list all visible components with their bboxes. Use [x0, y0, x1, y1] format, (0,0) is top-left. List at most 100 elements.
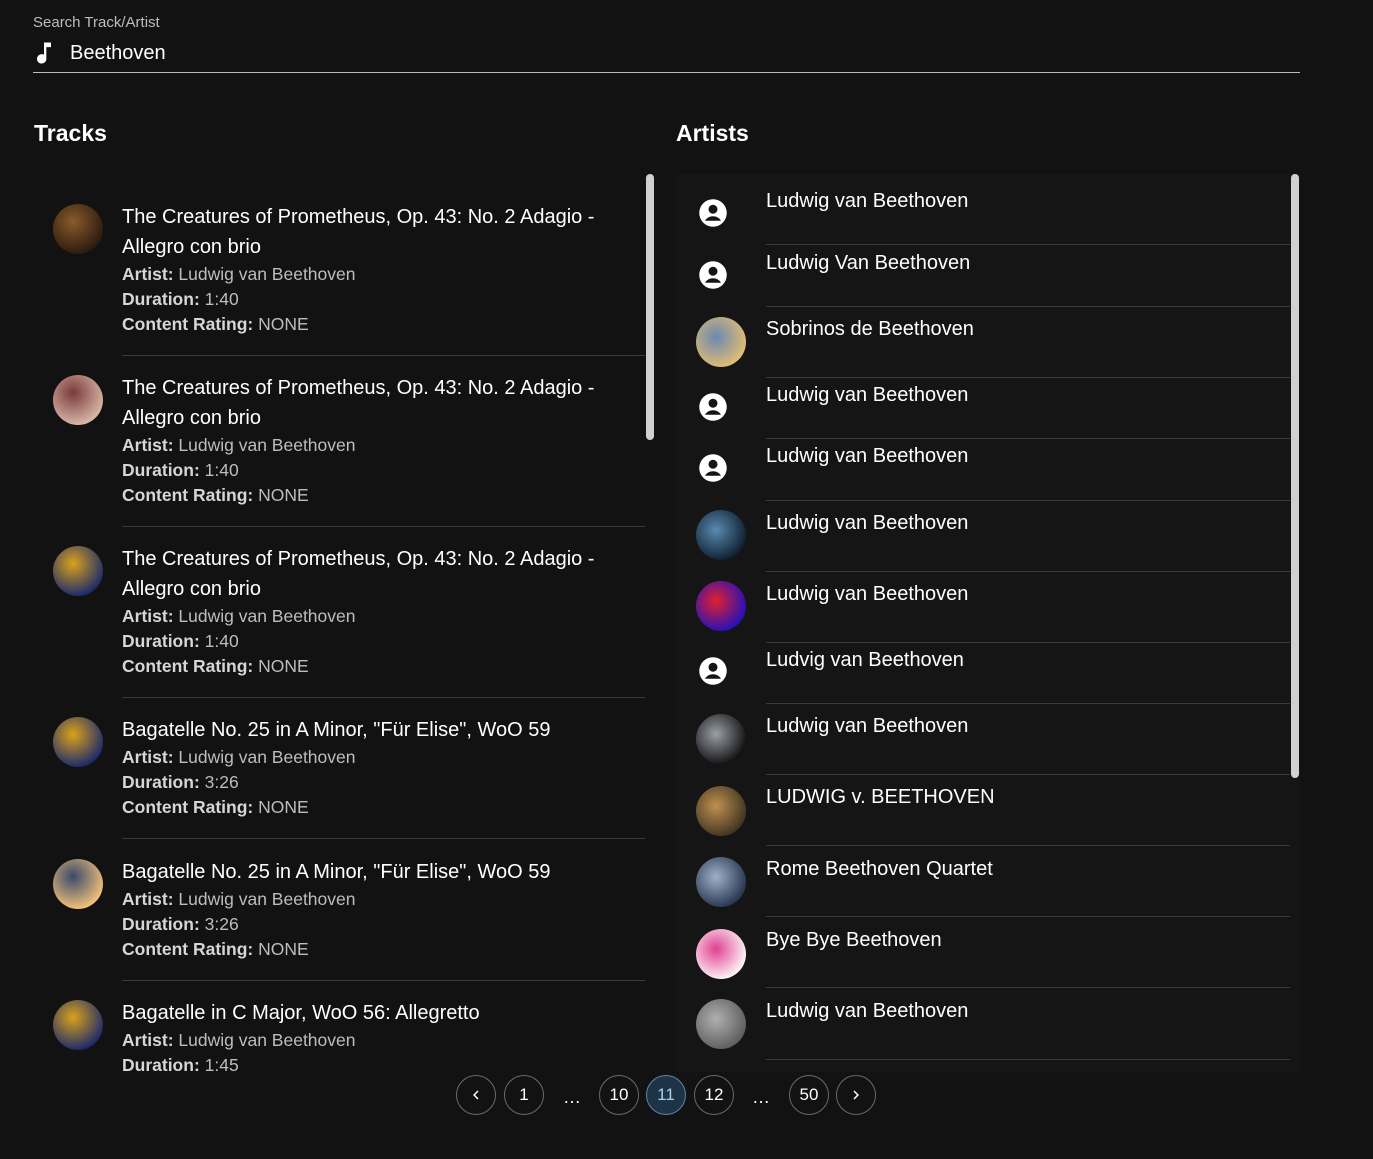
artist-divider — [766, 916, 1290, 917]
account-circle-icon — [698, 260, 728, 290]
track-cover-image — [53, 859, 103, 909]
track-artist-value: Ludwig van Beethoven — [178, 747, 356, 767]
artist-name: Ludwig Van Beethoven — [766, 252, 971, 274]
track-title: The Creatures of Prometheus, Op. 43: No.… — [122, 206, 595, 258]
track-duration-value: 1:40 — [204, 460, 239, 480]
track-content-rating-label: Content Rating: — [122, 485, 254, 505]
track-content-rating-value: NONE — [258, 797, 309, 817]
artist-avatar-image — [696, 929, 746, 979]
track-divider — [122, 980, 645, 981]
track-duration: Duration: 1:40 — [122, 458, 645, 483]
artist-avatar-image — [696, 786, 746, 836]
artist-name: Ludwig van Beethoven — [766, 190, 969, 212]
artists-list[interactable]: Ludwig van Beethoven Ludwig Van Beethoven… — [676, 174, 1300, 1072]
track-artist-label: Artist: — [122, 264, 174, 284]
track-artist: Artist: Ludwig van Beethoven — [122, 745, 645, 770]
artists-scrollbar-thumb[interactable] — [1291, 174, 1299, 778]
track-title: The Creatures of Prometheus, Op. 43: No.… — [122, 377, 595, 429]
search-input[interactable] — [70, 41, 1070, 65]
track-duration: Duration: 1:40 — [122, 629, 645, 654]
track-duration-label: Duration: — [122, 772, 200, 792]
artist-avatar-image — [696, 317, 746, 367]
artist-divider — [766, 703, 1290, 704]
track-artist-value: Ludwig van Beethoven — [178, 435, 356, 455]
account-circle-icon — [698, 656, 728, 686]
artist-name: Ludwig van Beethoven — [766, 384, 969, 406]
track-details: Bagatelle in C Major, WoO 56: Allegretto… — [122, 998, 645, 1072]
track-details: The Creatures of Prometheus, Op. 43: No.… — [122, 544, 645, 679]
artist-name: Ludwig van Beethoven — [766, 512, 969, 534]
artist-divider — [766, 244, 1290, 245]
track-divider — [122, 355, 645, 356]
search-row — [33, 40, 1070, 66]
track-cover-image — [53, 1000, 103, 1050]
artist-name: Sobrinos de Beethoven — [766, 318, 974, 340]
tracks-scrollbar[interactable] — [646, 174, 654, 440]
track-artist-label: Artist: — [122, 889, 174, 909]
track-artist: Artist: Ludwig van Beethoven — [122, 433, 645, 458]
track-duration-value: 1:40 — [204, 289, 239, 309]
next-page-button[interactable] — [836, 1075, 876, 1115]
page-button-11-current[interactable]: 11 — [646, 1075, 686, 1115]
track-title: Bagatelle No. 25 in A Minor, "Für Elise"… — [122, 861, 551, 883]
track-duration-label: Duration: — [122, 1055, 200, 1072]
track-duration: Duration: 3:26 — [122, 770, 645, 795]
artist-name: Ludwig van Beethoven — [766, 445, 969, 467]
track-title: Bagatelle No. 25 in A Minor, "Für Elise"… — [122, 719, 551, 741]
search-field[interactable]: Search Track/Artist — [33, 12, 1300, 73]
track-content-rating-label: Content Rating: — [122, 656, 254, 676]
artist-divider — [766, 642, 1290, 643]
artist-divider — [766, 571, 1290, 572]
track-artist: Artist: Ludwig van Beethoven — [122, 604, 645, 629]
track-duration: Duration: 3:26 — [122, 912, 645, 937]
artist-name: Rome Beethoven Quartet — [766, 858, 993, 880]
artists-heading: Artists — [676, 120, 749, 146]
track-content-rating-value: NONE — [258, 939, 309, 959]
tracks-scrollbar-thumb[interactable] — [646, 174, 654, 440]
track-artist-label: Artist: — [122, 747, 174, 767]
previous-page-button[interactable] — [456, 1075, 496, 1115]
track-duration-label: Duration: — [122, 631, 200, 651]
page-ellipsis: … — [752, 1087, 770, 1107]
track-artist-label: Artist: — [122, 606, 174, 626]
account-circle-icon — [698, 392, 728, 422]
tracks-list[interactable]: The Creatures of Prometheus, Op. 43: No.… — [33, 174, 657, 1072]
account-circle-icon — [698, 198, 728, 228]
track-content-rating-value: NONE — [258, 314, 309, 334]
artists-scrollbar[interactable] — [1291, 174, 1299, 778]
track-artist: Artist: Ludwig van Beethoven — [122, 887, 645, 912]
music-note-icon — [37, 42, 51, 64]
track-content-rating-value: NONE — [258, 656, 309, 676]
page-button-50[interactable]: 50 — [789, 1075, 829, 1115]
page-button-10[interactable]: 10 — [599, 1075, 639, 1115]
page-button-1[interactable]: 1 — [504, 1075, 544, 1115]
artist-avatar-image — [696, 714, 746, 764]
artist-divider — [766, 1059, 1290, 1060]
track-details: Bagatelle No. 25 in A Minor, "Für Elise"… — [122, 857, 645, 962]
track-duration-value: 1:45 — [204, 1055, 239, 1072]
track-duration: Duration: 1:40 — [122, 287, 645, 312]
account-circle-icon — [698, 453, 728, 483]
artist-avatar-image — [696, 857, 746, 907]
track-artist: Artist: Ludwig van Beethoven — [122, 1028, 645, 1053]
track-artist: Artist: Ludwig van Beethoven — [122, 262, 645, 287]
track-duration: Duration: 1:45 — [122, 1053, 645, 1072]
track-duration-label: Duration: — [122, 460, 200, 480]
search-label: Search Track/Artist — [33, 14, 160, 31]
page-button-12[interactable]: 12 — [694, 1075, 734, 1115]
artist-divider — [766, 987, 1290, 988]
track-content-rating: Content Rating: NONE — [122, 654, 645, 679]
track-cover-image — [53, 204, 103, 254]
track-artist-label: Artist: — [122, 1030, 174, 1050]
track-duration-value: 1:40 — [204, 631, 239, 651]
track-duration-label: Duration: — [122, 914, 200, 934]
track-artist-value: Ludwig van Beethoven — [178, 1030, 356, 1050]
artist-avatar-image — [696, 581, 746, 631]
track-content-rating-label: Content Rating: — [122, 314, 254, 334]
artist-name: Ludwig van Beethoven — [766, 583, 969, 605]
artist-avatar-image — [696, 999, 746, 1049]
track-duration-value: 3:26 — [204, 772, 239, 792]
chevron-left-icon — [473, 1090, 479, 1100]
artist-name: Ludwig van Beethoven — [766, 715, 969, 737]
artist-divider — [766, 500, 1290, 501]
